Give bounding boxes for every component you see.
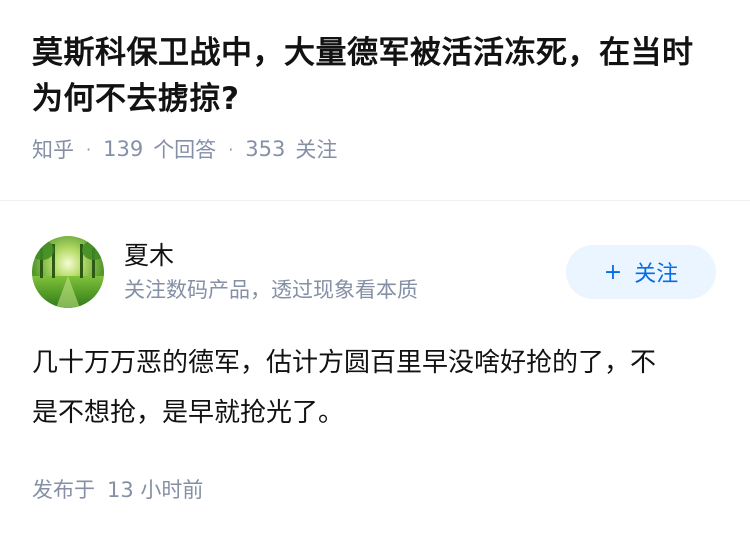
author-bio: 关注数码产品，透过现象看本质 xyxy=(124,278,418,302)
section-divider xyxy=(0,200,750,201)
answer-count: 139 xyxy=(103,137,144,161)
green-meadow-avatar-icon xyxy=(32,236,104,308)
answer-card: 夏木 关注数码产品，透过现象看本质 + 关注 几十万万恶的德军，估计方圆百里早没… xyxy=(32,234,718,504)
time-value: 13 小时前 xyxy=(107,478,204,502)
author-info: 夏木 关注数码产品，透过现象看本质 xyxy=(124,239,566,305)
follower-count-label: 关注 xyxy=(295,138,338,162)
author-row: 夏木 关注数码产品，透过现象看本质 + 关注 xyxy=(32,234,718,310)
question-meta: 知乎 · 139 个回答 · 353 关注 xyxy=(32,134,718,164)
answer-timestamp: 发布于 13 小时前 xyxy=(32,474,718,504)
question-header: 莫斯科保卫战中，大量德军被活活冻死，在当时为何不去掳掠? 知乎 · 139 个回… xyxy=(0,0,750,170)
answer-count-label: 个回答 xyxy=(153,138,217,162)
question-title[interactable]: 莫斯科保卫战中，大量德军被活活冻死，在当时为何不去掳掠? xyxy=(32,30,718,122)
time-prefix: 发布于 xyxy=(32,478,95,502)
follow-button[interactable]: + 关注 xyxy=(566,245,716,299)
plus-icon: + xyxy=(603,259,623,285)
author-name[interactable]: 夏木 xyxy=(124,239,566,273)
answer-content[interactable]: 几十万万恶的德军，估计方圆百里早没啥好抢的了，不是不想抢，是早就抢光了。 xyxy=(32,338,718,438)
follow-button-label: 关注 xyxy=(634,262,679,287)
separator-dot: · xyxy=(86,139,92,159)
source-label: 知乎 xyxy=(32,138,74,162)
avatar[interactable] xyxy=(32,236,104,308)
follower-count: 353 xyxy=(245,137,286,161)
separator-dot: · xyxy=(228,139,234,159)
